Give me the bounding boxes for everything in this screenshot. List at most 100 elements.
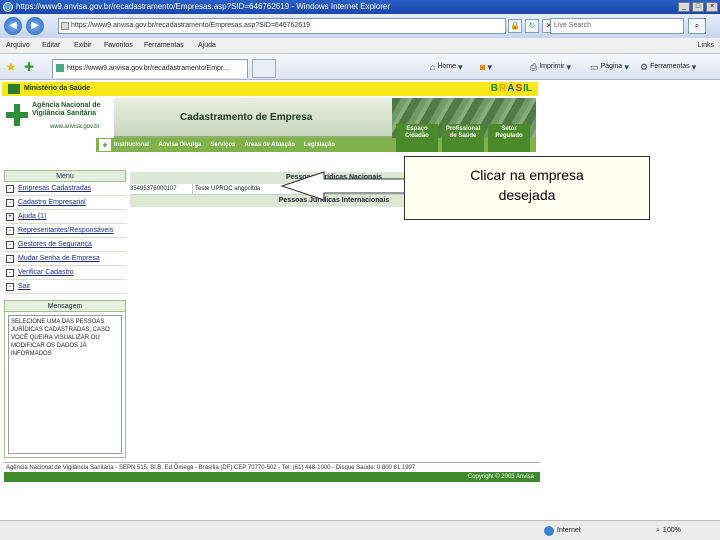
tools-button[interactable]: ⚙ Ferramentas ▾ (640, 59, 696, 75)
feeds-button[interactable]: ◙ ▾ (480, 59, 492, 75)
agency-url: www.anvisa.gov.br (50, 124, 100, 130)
tab-title: https://www9.anvisa.gov.br/recadastramen… (67, 65, 229, 72)
expand-icon: + (6, 212, 14, 221)
brasil-letter: R (498, 83, 507, 94)
rss-icon: ◙ (480, 62, 486, 72)
page-footer: Agência Nacional de Vigilância Sanitária… (4, 462, 540, 482)
zone-label: Internet (557, 527, 581, 534)
nav-setor-regulado[interactable]: Setor Regulado (488, 124, 530, 152)
nav-legislacao[interactable]: Legislação (304, 142, 335, 148)
sidebar-item-label: Mudar Senha de Empresa (18, 255, 100, 262)
message-text[interactable]: SELECIONE UMA DAS PESSOAS JURÍDICAS CADA… (8, 315, 122, 454)
browser-tab[interactable]: https://www9.anvisa.gov.br/recadastramen… (52, 59, 248, 78)
nav-espaco-cidadao[interactable]: Espaço Cidadão (396, 124, 438, 152)
nav-anvisa-divulga[interactable]: Anvisa Divulga (158, 142, 201, 148)
left-sidebar: Menu - Empresas Cadastradas - Cadastro Emp… (4, 170, 126, 458)
home-button[interactable]: ⌂ Home ▾ (430, 59, 463, 75)
message-panel: Mensagem SELECIONE UMA DAS PESSOAS JURÍD… (4, 300, 126, 458)
page-content: Ministério da Saúde B R A S IL Agência N… (0, 80, 720, 520)
chevron-down-icon: ▾ (691, 62, 697, 72)
anvisa-logo[interactable]: Agência Nacional de Vigilância Sanitária… (4, 98, 116, 138)
nav-institucional[interactable]: Institucional (114, 142, 149, 148)
maximize-button[interactable]: □ (692, 2, 704, 12)
magnifier-icon: ⌕ (656, 527, 660, 534)
zoom-control[interactable]: ⌕ 100% (656, 523, 681, 539)
brasil-letter: A (507, 83, 515, 94)
sidebar-item-cadastro-empresarial[interactable]: - Cadastro Empresarial (4, 196, 126, 210)
window-titlebar: https://www9.anvisa.gov.br/recadastramen… (0, 0, 720, 14)
callout-line-1: Clicar na empresa (470, 167, 584, 183)
sidebar-item-label: Representantes/Responsáveis (18, 227, 114, 234)
anvisa-cross-icon (6, 104, 28, 126)
favorites-star-icon[interactable]: ★ (4, 60, 18, 74)
page-icon (61, 22, 69, 30)
tools-label: Ferramentas (650, 63, 690, 70)
menu-editar[interactable]: Editar (42, 38, 60, 54)
add-favorite-icon[interactable]: ✚ (22, 60, 36, 74)
brasil-letter: B (490, 83, 498, 94)
address-input[interactable]: https://www9.anvisa.gov.br/recadastramen… (58, 18, 506, 34)
address-actions: 🔒 ↻ ✕ (508, 19, 556, 33)
sidebar-item-verificar-cadastro[interactable]: - Verificar Cadastro (4, 266, 126, 280)
sidebar-item-label: Ajuda (1) (18, 213, 47, 220)
ie-logo-icon (3, 2, 13, 12)
back-button[interactable]: ◀ (4, 17, 22, 35)
menu-arquivo[interactable]: Arquivo (6, 38, 30, 54)
footer-copyright: Copyright © 2003 Anvisa (4, 472, 540, 482)
menu-ferramentas[interactable]: Ferramentas (144, 38, 184, 54)
sidebar-item-empresas-cadastradas[interactable]: - Empresas Cadastradas (4, 182, 126, 196)
collapse-icon: - (6, 184, 14, 193)
lock-icon[interactable]: 🔒 (508, 19, 522, 33)
sidebar-item-gestores-de-seguranca[interactable]: - Gestores de Segurança (4, 238, 126, 252)
chevron-down-icon: ▾ (487, 62, 492, 72)
page-button[interactable]: ▭ Página ▾ (590, 59, 629, 75)
print-button[interactable]: ⎙ Imprimir ▾ (530, 59, 571, 75)
links-label[interactable]: Links (698, 38, 714, 54)
page-icon: ▭ (590, 62, 599, 72)
address-text: https://www9.anvisa.gov.br/recadastramen… (71, 22, 310, 29)
ministerio-label[interactable]: Ministério da Saúde (24, 85, 90, 92)
home-label: Home (437, 63, 457, 70)
collapse-icon: - (6, 268, 14, 277)
minimize-button[interactable]: _ (678, 2, 690, 12)
plus-icon: + (99, 139, 111, 151)
brasil-logo[interactable]: B R A S IL (491, 82, 532, 96)
page-title: Cadastramento de Empresa (180, 112, 313, 123)
chevron-down-icon: ▾ (566, 62, 572, 72)
security-zone[interactable]: Internet (544, 523, 581, 539)
search-icon[interactable]: ⌕ (688, 18, 706, 34)
tab-favicon-icon (56, 64, 64, 72)
ministerio-logo-icon (8, 84, 20, 94)
window-title: https://www9.anvisa.gov.br/recadastramen… (16, 2, 391, 11)
close-window-button[interactable]: × (706, 2, 718, 12)
gear-icon: ⚙ (640, 62, 649, 72)
collapse-icon: - (6, 254, 14, 263)
sidebar-item-label: Verificar Cadastro (18, 269, 74, 276)
menu-panel-title: Menu (4, 170, 126, 182)
refresh-icon[interactable]: ↻ (525, 19, 539, 33)
collapse-icon: - (6, 282, 14, 291)
callout-arrow-icon (280, 171, 407, 201)
globe-icon (544, 526, 554, 536)
menu-exibir[interactable]: Exibir (74, 38, 92, 54)
nav-profissional-de-saude[interactable]: Profissional de Saúde (442, 124, 484, 152)
search-input[interactable]: Live Search (550, 18, 684, 34)
nav-servicos[interactable]: Serviços (210, 142, 235, 148)
sidebar-item-ajuda[interactable]: + Ajuda (1) (4, 210, 126, 224)
collapse-icon: - (6, 226, 14, 235)
sidebar-item-label: Cadastro Empresarial (18, 199, 86, 206)
company-cnpj[interactable]: 35495376000107 (130, 184, 192, 194)
ministerio-bar: Ministério da Saúde B R A S IL (2, 82, 538, 96)
sidebar-item-mudar-senha[interactable]: - Mudar Senha de Empresa (4, 252, 126, 266)
sidebar-item-label: Sair (18, 283, 31, 290)
brasil-letter: S (515, 83, 523, 94)
menu-favoritos[interactable]: Favoritos (104, 38, 133, 54)
sidebar-item-representantes[interactable]: - Representantes/Responsáveis (4, 224, 126, 238)
menu-ajuda[interactable]: Ajuda (198, 38, 216, 54)
forward-button[interactable]: ▶ (26, 17, 44, 35)
menu-bar: Arquivo Editar Exibir Favoritos Ferramen… (0, 38, 720, 54)
sidebar-item-sair[interactable]: - Sair (4, 280, 126, 294)
window-controls: _ □ × (678, 2, 718, 12)
new-tab-button[interactable] (252, 59, 276, 78)
nav-areas-de-atuacao[interactable]: Áreas de Atuação (244, 142, 294, 148)
